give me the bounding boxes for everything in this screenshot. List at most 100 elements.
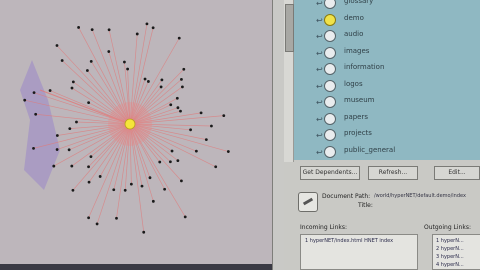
graph-node[interactable] (179, 109, 182, 113)
graph-node[interactable] (226, 150, 230, 153)
graph-node[interactable] (199, 111, 203, 115)
outgoing-link-item[interactable]: 1 hyperN... (436, 238, 464, 244)
expand-arrow-icon[interactable]: ↩ (316, 115, 323, 124)
graph-node[interactable] (151, 199, 155, 203)
graph-node[interactable] (107, 50, 111, 53)
tree-list-item[interactable]: ↩ images (294, 46, 480, 59)
graph-node[interactable] (77, 26, 80, 29)
expand-arrow-icon[interactable]: ↩ (316, 16, 323, 25)
incoming-links-list[interactable]: 1 hyperNET/index.html HNET index (300, 234, 418, 270)
tree-list-item[interactable]: ↩ logos (294, 79, 480, 92)
graph-node[interactable] (55, 134, 59, 137)
graph-node[interactable] (177, 36, 181, 40)
tree-list-item[interactable]: ↩ projects (294, 128, 480, 141)
tree-list-item[interactable]: ↩ papers (294, 112, 480, 125)
graph-node[interactable] (34, 112, 38, 116)
graph-node[interactable] (194, 149, 198, 153)
graph-node[interactable] (32, 146, 35, 150)
tree-list-item[interactable]: ↩ audio (294, 29, 480, 42)
graph-node[interactable] (169, 103, 173, 107)
graph-node[interactable] (87, 180, 91, 184)
graph-node[interactable] (70, 86, 74, 90)
graph-node[interactable] (87, 216, 91, 220)
graph-node[interactable] (55, 148, 59, 151)
graph-node[interactable] (176, 106, 180, 110)
graph-node[interactable] (60, 59, 64, 62)
graph-node[interactable] (98, 175, 102, 178)
graph-node[interactable] (89, 155, 93, 158)
incoming-link-item[interactable]: 1 hyperNET/index.html HNET index (305, 238, 393, 244)
outgoing-links-list[interactable]: 1 hyperN... 2 hyperN... 3 hyperN... 4 hyper… (432, 234, 480, 270)
graph-node[interactable] (115, 216, 118, 220)
graph-node[interactable] (163, 187, 167, 191)
expand-arrow-icon[interactable]: ↩ (316, 148, 323, 157)
graph-node[interactable] (126, 67, 129, 71)
graph-node[interactable] (32, 91, 36, 95)
graph-node[interactable] (160, 78, 164, 82)
graph-node[interactable] (67, 148, 71, 152)
graph-node[interactable] (170, 149, 174, 153)
graph-node[interactable] (95, 222, 99, 226)
expand-arrow-icon[interactable]: ↩ (316, 49, 323, 58)
outgoing-link-item[interactable]: 4 hyperN... (436, 262, 464, 268)
refresh-button[interactable]: Refresh... (368, 166, 418, 180)
list-scrollbar[interactable] (284, 0, 294, 162)
outgoing-link-item[interactable]: 3 hyperN... (436, 254, 464, 260)
graph-node[interactable] (204, 138, 208, 142)
graph-node[interactable] (140, 184, 144, 188)
graph-node[interactable] (52, 164, 56, 168)
graph-node[interactable] (142, 230, 146, 234)
graph-node[interactable] (71, 80, 75, 84)
graph-node[interactable] (23, 98, 27, 102)
tree-list-item[interactable]: ↩ museum (294, 95, 480, 108)
graph-node[interactable] (180, 77, 183, 81)
graph-node[interactable] (176, 159, 180, 163)
graph-node[interactable] (89, 59, 93, 63)
graph-node[interactable] (85, 69, 89, 72)
graph-node[interactable] (123, 60, 126, 64)
expand-arrow-icon[interactable]: ↩ (316, 131, 323, 140)
list-scrollbar-thumb[interactable] (285, 4, 294, 52)
expand-arrow-icon[interactable]: ↩ (316, 65, 323, 74)
graph-node[interactable] (146, 80, 150, 83)
graph-node[interactable] (135, 32, 139, 36)
expand-arrow-icon[interactable]: ↩ (316, 98, 323, 107)
edit-button[interactable]: Edit... (434, 166, 480, 180)
graph-node[interactable] (129, 182, 133, 186)
graph-visualization-pane[interactable] (0, 0, 272, 270)
graph-node[interactable] (175, 96, 179, 100)
graph-node[interactable] (143, 77, 147, 81)
graph-node[interactable] (151, 26, 155, 30)
graph-node[interactable] (87, 101, 91, 105)
graph-node[interactable] (158, 160, 162, 164)
tree-list-item[interactable]: ↩ information (294, 62, 480, 75)
graph-node[interactable] (180, 179, 183, 183)
graph-node[interactable] (75, 120, 78, 124)
get-dependents-button[interactable]: Get Dependents... (300, 166, 360, 180)
graph-node[interactable] (145, 22, 149, 26)
graph-node[interactable] (159, 85, 163, 89)
graph-node[interactable] (210, 124, 213, 128)
graph-node[interactable] (214, 165, 218, 169)
graph-node[interactable] (70, 164, 74, 168)
graph-node[interactable] (189, 128, 192, 132)
expand-arrow-icon[interactable]: ↩ (316, 82, 323, 91)
expand-arrow-icon[interactable]: ↩ (316, 0, 323, 8)
tree-list-item[interactable]: ↩ demo (294, 13, 480, 26)
graph-node[interactable] (183, 215, 187, 219)
graph-node[interactable] (222, 114, 226, 117)
tree-list-item[interactable]: ↩ public_general (294, 145, 480, 158)
graph-node[interactable] (68, 127, 72, 131)
hub-node[interactable] (124, 118, 136, 130)
graph-node[interactable] (181, 85, 184, 89)
graph-node[interactable] (87, 165, 90, 169)
graph-node[interactable] (112, 188, 116, 192)
graph-node[interactable] (182, 67, 186, 71)
graph-node[interactable] (48, 89, 52, 92)
graph-node[interactable] (107, 28, 111, 32)
tree-list-item[interactable]: ↩ glossary (294, 0, 480, 9)
graph-node[interactable] (168, 160, 172, 164)
link-graph[interactable] (0, 0, 272, 264)
graph-node[interactable] (90, 28, 94, 31)
graph-node[interactable] (148, 176, 152, 180)
